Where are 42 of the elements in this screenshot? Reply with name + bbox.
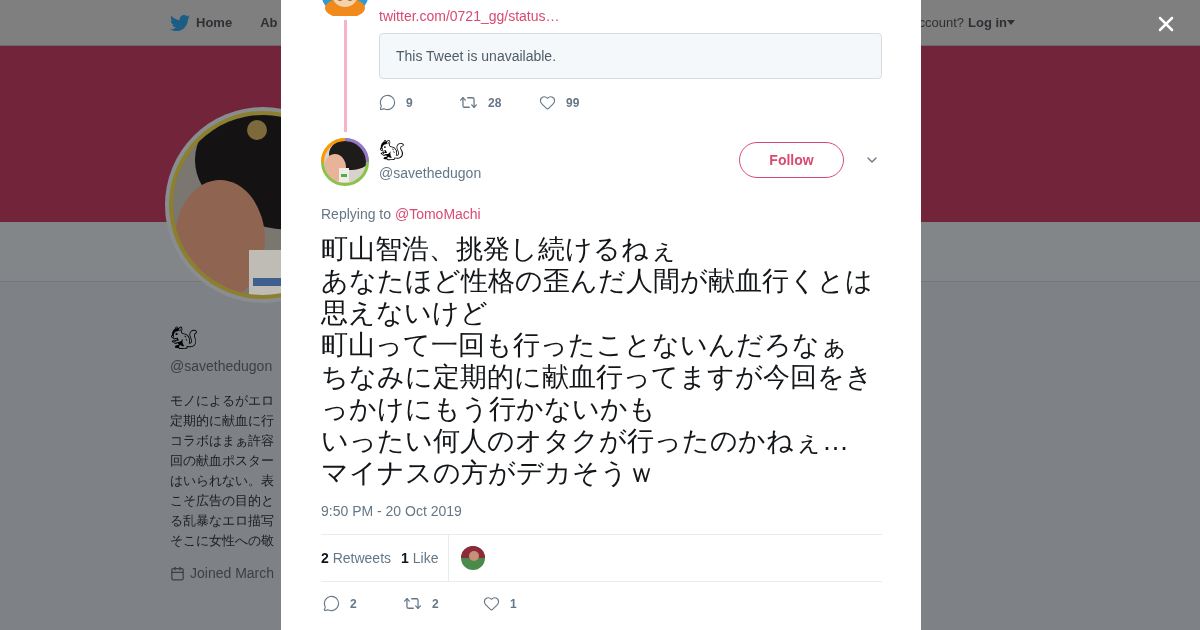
bio-line: こそ広告の目的と (170, 492, 275, 510)
bio-line: 定期的に献血に行 (170, 412, 275, 430)
stat-link[interactable]: 1 Like (401, 547, 439, 569)
stat-link[interactable]: 2 Retweets (321, 547, 392, 569)
heart-icon[interactable] (483, 595, 500, 612)
status-link[interactable]: twitter.com/0721_gg/status… (379, 7, 882, 25)
replying-to-text: Replying to @TomoMachi (321, 205, 482, 224)
bio-line: そこに女性への敬 (170, 532, 275, 550)
reply-icon[interactable] (323, 595, 340, 612)
profile-name: 🐿 (170, 324, 199, 352)
tweet-text-line: マイナスの方がデカそうｗ (321, 457, 656, 489)
profile-handle: @savethedugon (170, 357, 274, 376)
tweet-text-line: いったい何人のオタクが行ったのかねぇ… (321, 425, 850, 457)
action-count: 28 (488, 94, 502, 112)
unavailable-message: This Tweet is unavailable. (396, 46, 557, 66)
tweet-text-line: 町山智浩、挑発し続けるねぇ (321, 233, 678, 265)
bio-line: 回の献血ポスター (170, 452, 275, 470)
bio-line: る乱暴なエロ描写 (170, 512, 275, 530)
action-count: 9 (406, 94, 413, 112)
caret-icon (1007, 20, 1015, 25)
action-count: 2 (432, 595, 439, 613)
nav-link[interactable]: Home (170, 12, 233, 33)
action-count: 99 (566, 94, 580, 112)
tweet-timestamp: 9:50 PM - 20 Oct 2019 (321, 502, 463, 521)
user-handle: @savethedugon (379, 164, 482, 183)
heart-icon[interactable] (539, 94, 556, 111)
login-button[interactable]: Log in (968, 12, 1015, 33)
calendar-icon (170, 566, 185, 581)
bio-line: モノによるがエロ (170, 392, 275, 410)
action-count: 1 (510, 595, 517, 613)
tweet-text-line: ちなみに定期的に献血行ってますが今回をきっかけにもう行かないかも (321, 361, 874, 425)
action-count: 2 (350, 595, 357, 613)
mention-link[interactable]: @TomoMachi (394, 206, 481, 222)
user-name: 🐿 (379, 138, 405, 162)
tweet-text-line: 町山って一回も行ったことないんだろなぁ (321, 329, 849, 361)
bio-line: はいられない。表 (170, 472, 275, 490)
reply-icon[interactable] (379, 94, 396, 111)
bird-icon (170, 12, 190, 33)
bio-line: コラボはまぁ許容 (170, 432, 275, 450)
tweet-text-line: あなたほど性格の歪んだ人間が献血行くとは思えないけど (321, 265, 874, 329)
nav-link[interactable]: Ab (260, 12, 278, 33)
joined-date: Joined March (190, 564, 275, 583)
